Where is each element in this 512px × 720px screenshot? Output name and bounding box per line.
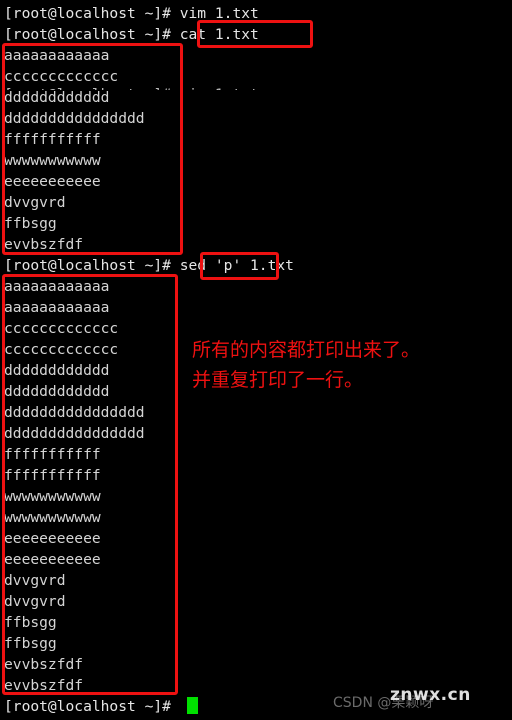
line-vim-command: [root@localhost ~]# vim 1.txt xyxy=(4,5,259,22)
sed-output-line: eeeeeeeeeee xyxy=(4,530,101,547)
sed-output-line: dddddddddddddddd xyxy=(4,404,145,421)
cat-output-line: dvvgvrd xyxy=(4,194,66,211)
sed-output-line: evvbszfdf xyxy=(4,656,84,673)
sed-output-line: dddddddddddd xyxy=(4,383,110,400)
sed-output-line: ffbsgg xyxy=(4,635,57,652)
sed-output-line: wwwwwwwwwww xyxy=(4,509,101,526)
cat-output-line: dddddddddddddddd xyxy=(4,110,145,127)
sed-output-line: dddddddddddd xyxy=(4,362,110,379)
line-sed-command: [root@localhost ~]# sed 'p' 1.txt xyxy=(4,257,294,274)
cat-output-line: evvbszfdf xyxy=(4,236,84,253)
cat-output-line: ccccccccccccc xyxy=(4,68,119,85)
sed-output-line: eeeeeeeeeee xyxy=(4,551,101,568)
annotation-note-line-1: 所有的内容都打印出来了。 xyxy=(192,339,421,361)
final-prompt-line: [root@localhost ~]# xyxy=(4,696,198,717)
sed-output-line: fffffffffff xyxy=(4,446,101,463)
cat-output-line: aaaaaaaaaaaa xyxy=(4,47,110,64)
annotation-note-line-2: 并重复打印了一行。 xyxy=(192,369,364,391)
cat-output-line: fffffffffff xyxy=(4,131,101,148)
sed-output-line: ccccccccccccc xyxy=(4,320,119,337)
sed-output-line: aaaaaaaaaaaa xyxy=(4,278,110,295)
final-prompt-text: [root@localhost ~]# xyxy=(4,698,180,715)
cat-output-line: dddddddddddd xyxy=(4,89,110,106)
sed-output-line: aaaaaaaaaaaa xyxy=(4,299,110,316)
sed-output-line: ffbsgg xyxy=(4,614,57,631)
cat-output-line: eeeeeeeeeee xyxy=(4,173,101,190)
sed-output-line: ccccccccccccc xyxy=(4,341,119,358)
terminal-cursor[interactable] xyxy=(186,697,198,714)
sed-output-line: evvbszfdf xyxy=(4,677,84,694)
site-watermark: znwx.cn xyxy=(390,685,471,705)
sed-output-line: dvvgvrd xyxy=(4,593,66,610)
cat-output-line: ffbsgg xyxy=(4,215,57,232)
sed-output-line: fffffffffff xyxy=(4,467,101,484)
sed-output-line: wwwwwwwwwww xyxy=(4,488,101,505)
cat-output-line: wwwwwwwwwww xyxy=(4,152,101,169)
sed-output-line: dddddddddddddddd xyxy=(4,425,145,442)
line-cat-command: [root@localhost ~]# cat 1.txt xyxy=(4,26,259,43)
sed-output-line: dvvgvrd xyxy=(4,572,66,589)
terminal-window[interactable]: [root@localhost ~]# vim 1.txt [root@loca… xyxy=(0,0,512,720)
